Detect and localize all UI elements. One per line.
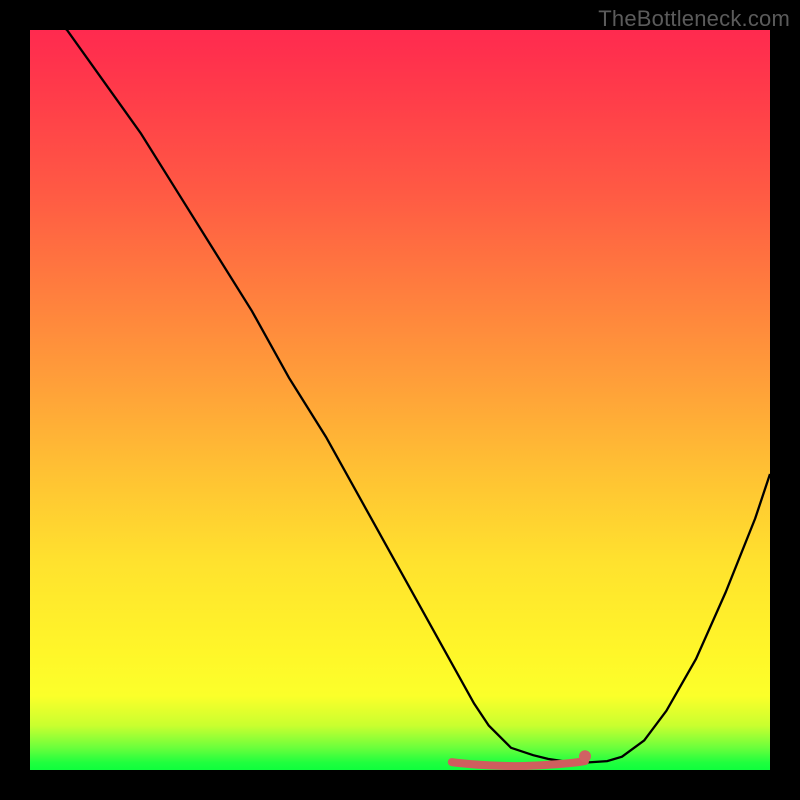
curve-layer (30, 30, 770, 770)
marker-end-dot (579, 750, 591, 762)
watermark-text: TheBottleneck.com (598, 6, 790, 32)
bottleneck-curve (30, 30, 770, 763)
plot-area (30, 30, 770, 770)
optimal-region-marker (452, 750, 591, 766)
chart-frame: TheBottleneck.com (0, 0, 800, 800)
